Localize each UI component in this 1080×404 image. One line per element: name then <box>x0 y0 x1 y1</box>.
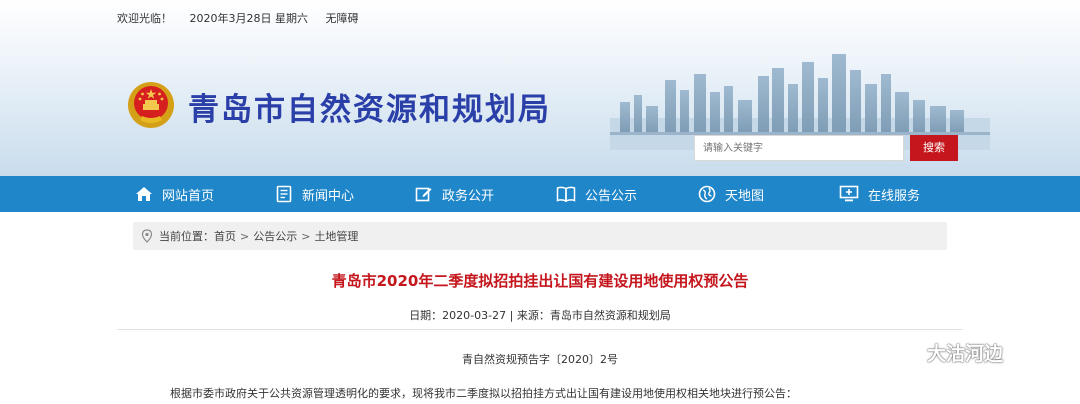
breadcrumb-home[interactable]: 首页 <box>214 228 236 244</box>
nav-label: 天地图 <box>725 188 765 204</box>
location-pin-icon <box>141 229 153 243</box>
watermark-text: 大沽河边 <box>927 342 1004 365</box>
nav-label: 在线服务 <box>868 188 921 204</box>
nav-item-government-affairs[interactable]: 政务公开 <box>415 176 494 212</box>
search-box: 搜索 <box>694 135 962 161</box>
welcome-text: 欢迎光临！ <box>117 12 172 25</box>
breadcrumb-separator: > <box>301 229 311 243</box>
wechat-icon <box>885 338 921 364</box>
nav-item-online-services[interactable]: 在线服务 <box>839 176 920 212</box>
nav-label: 新闻中心 <box>302 188 355 204</box>
document-number: 青自然资规预告字〔2020〕2号 <box>462 353 618 366</box>
monitor-icon <box>839 185 859 202</box>
city-skyline-banner <box>610 54 990 150</box>
wechat-watermark: 大沽河边 <box>885 338 1003 366</box>
nav-label: 政务公开 <box>442 188 495 204</box>
breadcrumb: 当前位置： 首页 > 公告公示 > 土地管理 <box>133 222 947 250</box>
nav-label: 公告公示 <box>585 188 638 204</box>
divider <box>117 329 963 330</box>
top-info-bar: 欢迎光临！ 2020年3月28日 星期六 无障碍 <box>117 10 373 26</box>
home-icon <box>136 187 152 201</box>
nav-label: 网站首页 <box>162 188 215 204</box>
article-title: 青岛市2020年二季度拟招拍挂出让国有建设用地使用权预公告 <box>331 272 749 290</box>
article-meta: 日期：2020-03-27 | 来源：青岛市自然资源和规划局 <box>409 309 671 322</box>
breadcrumb-land-management[interactable]: 土地管理 <box>314 228 358 244</box>
main-nav: 网站首页 新闻中心 政务公开 公告公示 天地图 在线服务 <box>0 176 1080 212</box>
search-button[interactable]: 搜索 <box>910 135 958 161</box>
article-intro-paragraph: 根据市委市政府关于公共资源管理透明化的要求，现将我市二季度拟以招拍挂方式出让国有… <box>170 387 797 400</box>
accessibility-link[interactable]: 无障碍 <box>326 12 359 25</box>
nav-item-news[interactable]: 新闻中心 <box>275 176 354 212</box>
breadcrumb-prefix: 当前位置： <box>159 230 214 243</box>
book-icon <box>556 186 576 203</box>
nav-item-announcements[interactable]: 公告公示 <box>556 176 637 212</box>
nav-item-home[interactable]: 网站首页 <box>135 176 214 212</box>
edit-icon <box>415 187 432 202</box>
search-input[interactable] <box>694 135 904 161</box>
globe-icon <box>698 185 716 203</box>
news-icon <box>276 185 292 203</box>
current-date: 2020年3月28日 星期六 <box>189 12 309 25</box>
national-emblem-logo <box>128 82 174 128</box>
site-header: 欢迎光临！ 2020年3月28日 星期六 无障碍 青岛市自然资源和规划局 请输入… <box>0 0 1080 176</box>
breadcrumb-separator: > <box>240 229 250 243</box>
nav-item-tianditu[interactable]: 天地图 <box>698 176 764 212</box>
breadcrumb-announcements[interactable]: 公告公示 <box>253 228 297 244</box>
site-title[interactable]: 青岛市自然资源和规划局 <box>188 84 551 129</box>
